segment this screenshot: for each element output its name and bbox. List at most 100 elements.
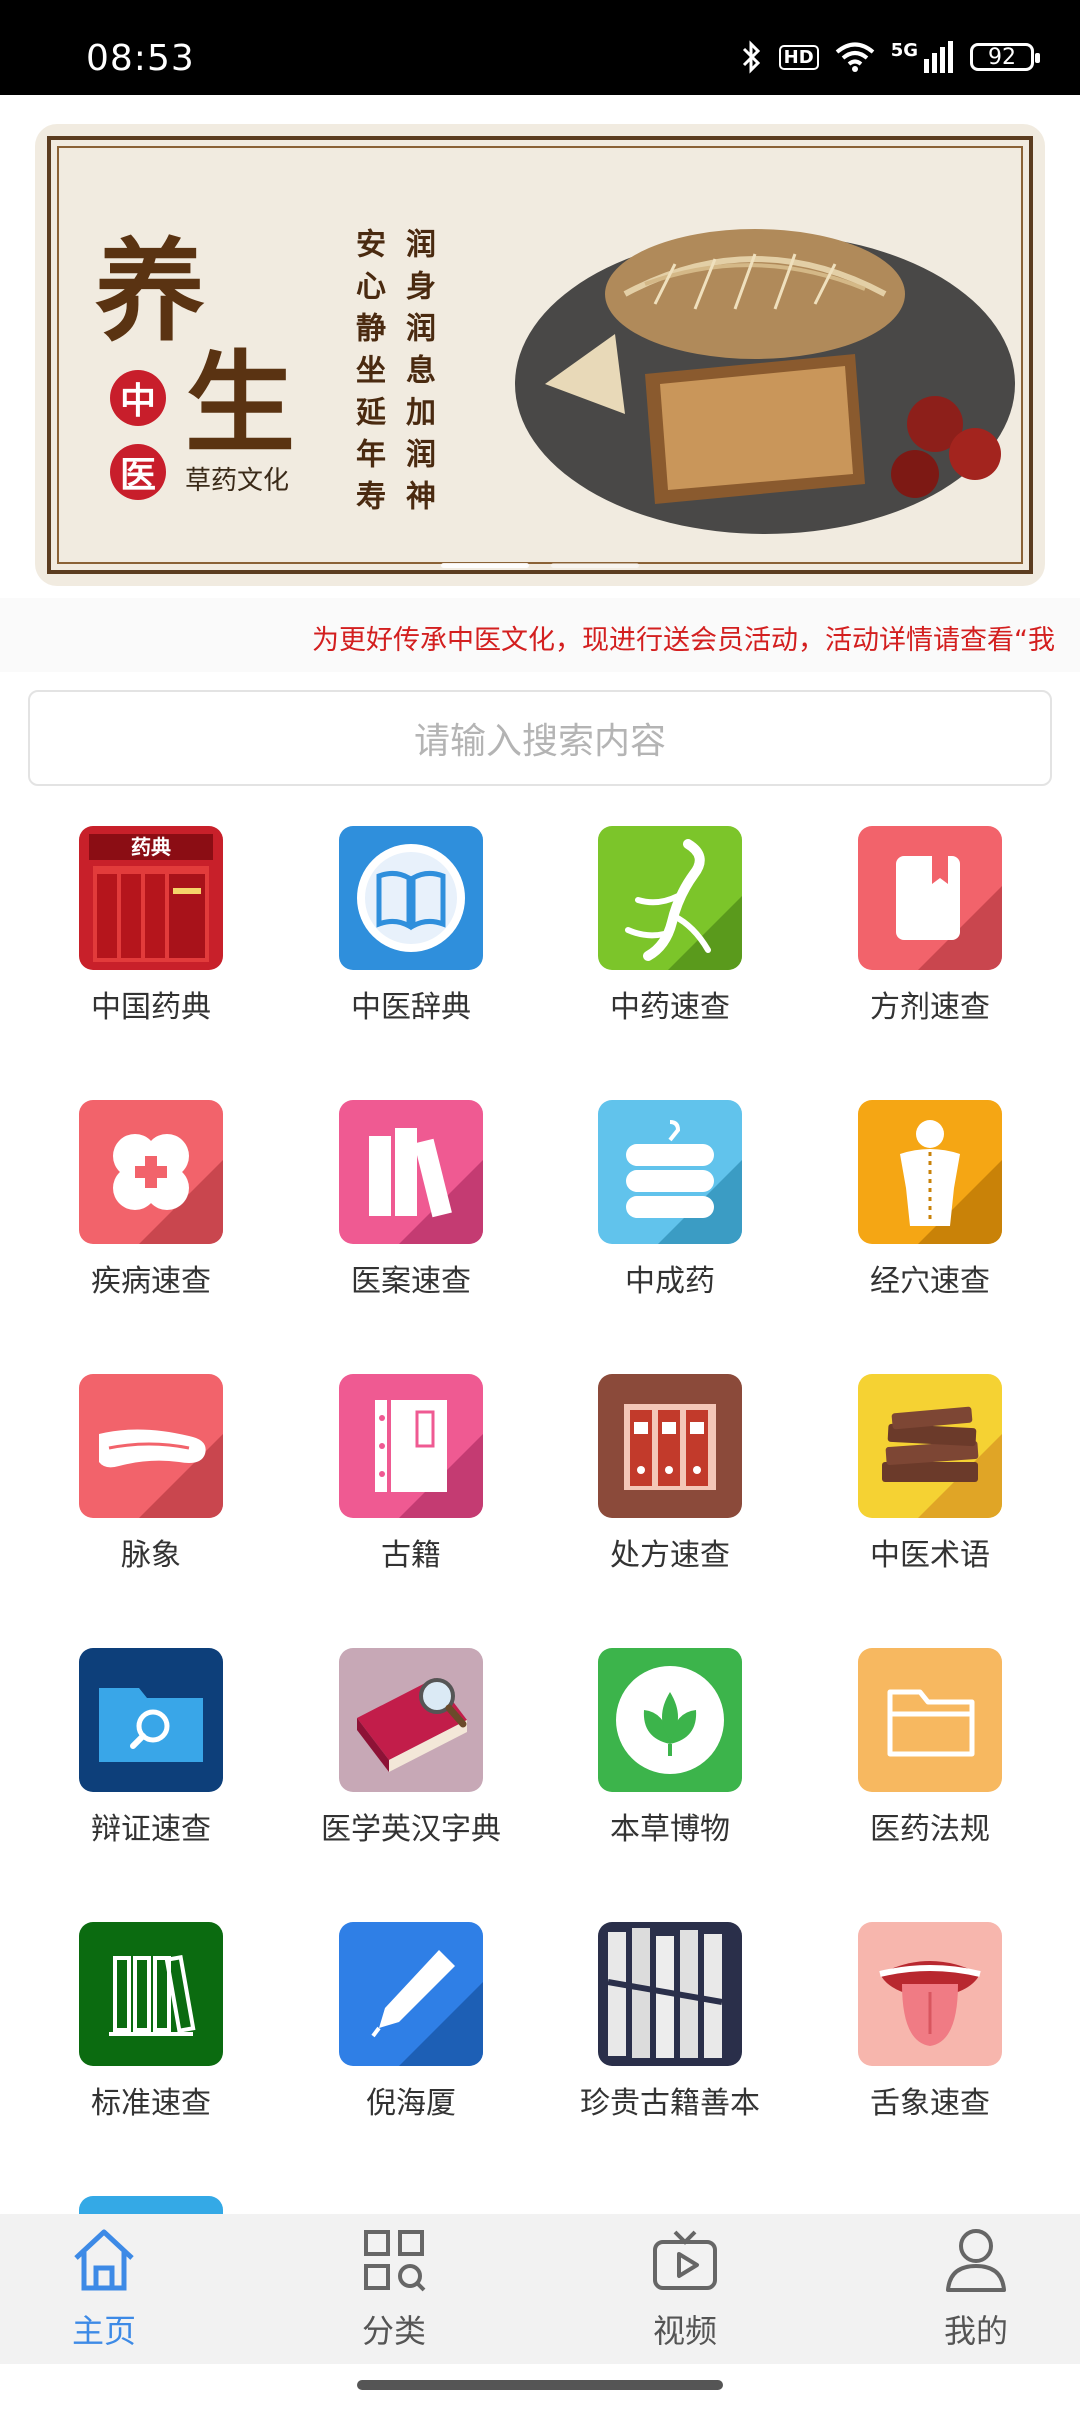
folder-icon <box>858 1648 1002 1792</box>
search-input[interactable]: 请输入搜索内容 <box>28 690 1052 786</box>
grid-item-syndrome-lookup[interactable]: 辩证速查 <box>21 1648 281 1888</box>
nav-category[interactable]: 分类 <box>294 2214 494 2364</box>
pager-dot-active <box>441 563 529 568</box>
grid-label: 辩证速查 <box>91 1812 211 1847</box>
grid-item-ni-haixia[interactable]: 倪海厦 <box>281 1922 541 2162</box>
banner-pager <box>35 563 1045 568</box>
grid-label: 脉象 <box>121 1538 181 1573</box>
medical-cross-icon <box>79 1100 223 1244</box>
grid-label: 处方速查 <box>610 1538 730 1573</box>
grid-label: 医药法规 <box>870 1812 990 1847</box>
bluetooth-icon <box>742 40 760 74</box>
folder-search-icon <box>79 1648 223 1792</box>
battery-level: 92 <box>988 44 1016 70</box>
binders-green-icon <box>79 1922 223 2066</box>
status-bar: 08:53 HD 5G 92 <box>0 0 1080 95</box>
grid-item-tcm-dictionary[interactable]: 中医辞典 <box>281 826 541 1066</box>
grid-item-ancient-books[interactable]: 古籍 <box>281 1374 541 1614</box>
grid-label: 中成药 <box>625 1264 715 1299</box>
grid-label: 中医术语 <box>870 1538 990 1573</box>
nav-profile-label: 我的 <box>943 2312 1008 2350</box>
grid-item-partial[interactable] <box>79 2196 223 2214</box>
grid-item-prescription-lookup[interactable]: 处方速查 <box>540 1374 800 1614</box>
grid-label: 中国药典 <box>91 990 211 1025</box>
grid-item-herb-lookup[interactable]: 中药速查 <box>540 826 800 1066</box>
ginseng-root-icon <box>598 826 742 970</box>
grid-item-tcm-terms[interactable]: 中医术语 <box>800 1374 1060 1614</box>
grid-label: 经穴速查 <box>870 1264 990 1299</box>
grid-item-tongue-lookup[interactable]: 舌象速查 <box>800 1922 1060 2162</box>
grid-item-formula-lookup[interactable]: 方剂速查 <box>800 826 1060 1066</box>
grid-label: 本草博物 <box>610 1812 730 1847</box>
status-time: 08:53 <box>86 38 195 79</box>
human-back-icon <box>858 1100 1002 1244</box>
ancient-book-icon <box>339 1374 483 1518</box>
video-tv-icon <box>653 2230 717 2290</box>
banner-seal-2: 医 <box>110 444 166 500</box>
grid-item-acupoint-lookup[interactable]: 经穴速查 <box>800 1100 1060 1340</box>
grid-label: 珍贵古籍善本 <box>580 2086 760 2121</box>
home-indicator[interactable] <box>357 2380 723 2390</box>
svg-text:药典: 药典 <box>131 835 171 859</box>
bottom-navigation: 主页 分类 视频 我的 <box>0 2214 1080 2364</box>
grid-label: 医学英汉字典 <box>321 1812 501 1847</box>
grid-label: 疾病速查 <box>91 1264 211 1299</box>
status-icons: HD 5G 92 <box>741 39 1040 74</box>
medicine-stack-icon <box>598 1100 742 1244</box>
grid-label: 标准速查 <box>91 2086 211 2121</box>
promo-banner[interactable]: 养 生 中 医 草药文化 安心静坐延年寿 润身润息加润神 <box>35 124 1045 586</box>
grid-label: 古籍 <box>381 1538 441 1573</box>
network-label: 5G <box>890 39 918 61</box>
herbs-illustration <box>515 229 1015 534</box>
grid-item-patent-medicine[interactable]: 中成药 <box>540 1100 800 1340</box>
pager-dot <box>551 563 639 568</box>
banner-seal-1: 中 <box>110 370 166 426</box>
dictionary-magnifier-icon <box>339 1648 483 1792</box>
banner-subtitle: 草药文化 <box>185 466 290 496</box>
grid-item-pulse[interactable]: 脉象 <box>21 1374 281 1614</box>
nav-video-label: 视频 <box>652 2312 717 2350</box>
battery-icon: 92 <box>970 43 1040 71</box>
banner-char-2: 生 <box>185 339 295 468</box>
banner-poem-1: 安心静坐延年寿 <box>350 228 385 522</box>
grid-item-disease-lookup[interactable]: 疾病速查 <box>21 1100 281 1340</box>
notice-ticker[interactable]: 为更好传承中医文化，现进行送会员活动，活动详情请查看“我 <box>0 598 1080 672</box>
wifi-icon <box>835 42 874 72</box>
grid-label: 中医辞典 <box>351 990 471 1025</box>
binders-icon <box>598 1374 742 1518</box>
grid-label: 方剂速查 <box>870 990 990 1025</box>
grid-label: 倪海厦 <box>366 2086 456 2121</box>
category-grid-icon <box>364 2230 426 2292</box>
grid-item-herbal-museum[interactable]: 本草博物 <box>540 1648 800 1888</box>
leaf-icon <box>598 1648 742 1792</box>
nav-category-label: 分类 <box>361 2312 426 2350</box>
search-placeholder: 请输入搜索内容 <box>413 721 666 762</box>
grid-label: 中药速查 <box>610 990 730 1025</box>
bookmark-book-icon <box>858 826 1002 970</box>
pen-icon <box>339 1922 483 2066</box>
tongue-icon <box>858 1922 1002 2066</box>
grid-label: 医案速查 <box>351 1264 471 1299</box>
home-icon <box>74 2229 134 2291</box>
notice-text: 为更好传承中医文化，现进行送会员活动，活动详情请查看“我 <box>312 625 1055 656</box>
nav-home[interactable]: 主页 <box>4 2214 204 2364</box>
grid-item-pharmacopoeia[interactable]: 药典 中国药典 <box>21 826 281 1066</box>
pharmacopoeia-book-icon: 药典 <box>79 826 223 970</box>
rare-books-icon <box>598 1922 742 2066</box>
stacked-books-icon <box>858 1374 1002 1518</box>
grid-item-medical-dictionary[interactable]: 医学英汉字典 <box>281 1648 541 1888</box>
grid-item-case-lookup[interactable]: 医案速查 <box>281 1100 541 1340</box>
open-book-icon <box>339 826 483 970</box>
books-icon <box>339 1100 483 1244</box>
nav-profile[interactable]: 我的 <box>876 2214 1076 2364</box>
grid-item-rare-books[interactable]: 珍贵古籍善本 <box>540 1922 800 2162</box>
grid-item-regulations[interactable]: 医药法规 <box>800 1648 1060 1888</box>
wrist-pulse-icon <box>79 1374 223 1518</box>
nav-home-label: 主页 <box>71 2312 136 2350</box>
signal-icon <box>924 41 953 73</box>
nav-video[interactable]: 视频 <box>585 2214 785 2364</box>
grid-item-standard-lookup[interactable]: 标准速查 <box>21 1922 281 2162</box>
hd-icon: HD <box>778 44 819 70</box>
banner-poem-2: 润身润息加润神 <box>400 228 435 522</box>
grid-label: 舌象速查 <box>870 2086 990 2121</box>
